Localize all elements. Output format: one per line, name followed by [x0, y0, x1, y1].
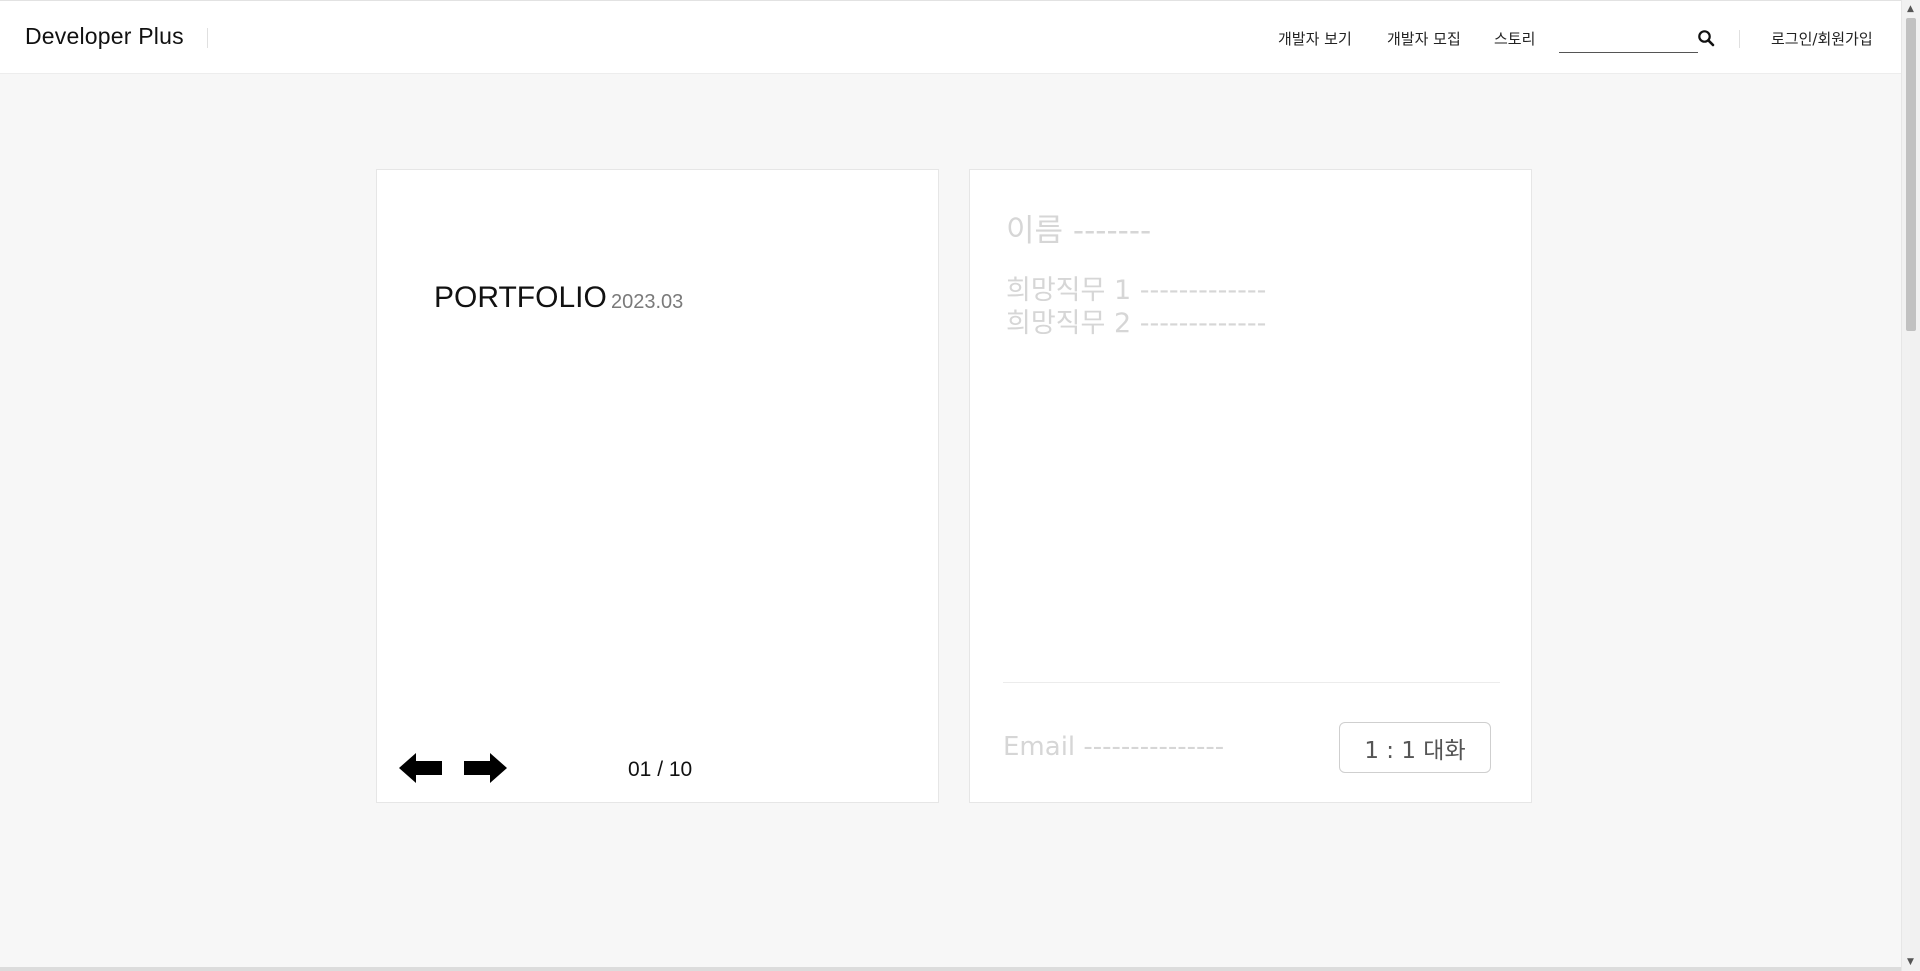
portfolio-date: 2023.03: [611, 291, 684, 313]
header-divider: [1739, 30, 1740, 48]
nav-story[interactable]: 스토리: [1494, 28, 1535, 49]
profile-job-2: 희망직무 2 -------------: [1006, 308, 1267, 339]
login-signup-link[interactable]: 로그인/회원가입: [1771, 28, 1873, 49]
scroll-up-icon[interactable]: ▲: [1907, 4, 1914, 14]
vertical-scrollbar[interactable]: ▲ ▼: [1901, 0, 1920, 971]
top-header: Developer Plus 개발자 보기 개발자 모집 스토리 로그인/회원가…: [0, 0, 1901, 74]
nav-recruit[interactable]: 개발자 모집: [1387, 28, 1461, 49]
arrow-right-icon[interactable]: [463, 752, 507, 784]
portfolio-card: PORTFOLIO 2023.03 01 / 10: [376, 169, 939, 803]
brand-divider: [207, 28, 208, 48]
page: Developer Plus 개발자 보기 개발자 모집 스토리 로그인/회원가…: [0, 0, 1920, 971]
profile-name: 이름 -------: [1006, 213, 1152, 249]
scrollbar-thumb[interactable]: [1906, 18, 1916, 331]
page-counter: 01 / 10: [628, 758, 693, 781]
search-icon[interactable]: [1697, 29, 1715, 47]
bottom-bar: [0, 967, 1901, 971]
search-input[interactable]: [1559, 23, 1698, 52]
chat-button[interactable]: 1 : 1 대화: [1339, 722, 1491, 773]
portfolio-title: PORTFOLIO: [434, 281, 607, 314]
scroll-down-icon[interactable]: ▼: [1907, 957, 1914, 967]
search-box: [1559, 23, 1698, 53]
profile-email: Email ---------------: [1003, 732, 1225, 762]
card-divider: [1003, 682, 1500, 683]
brand-logo[interactable]: Developer Plus: [25, 23, 184, 50]
nav-developers[interactable]: 개발자 보기: [1278, 28, 1352, 49]
arrow-left-icon[interactable]: [399, 752, 443, 784]
profile-card: 이름 ------- 희망직무 1 ------------- 희망직무 2 -…: [969, 169, 1532, 803]
